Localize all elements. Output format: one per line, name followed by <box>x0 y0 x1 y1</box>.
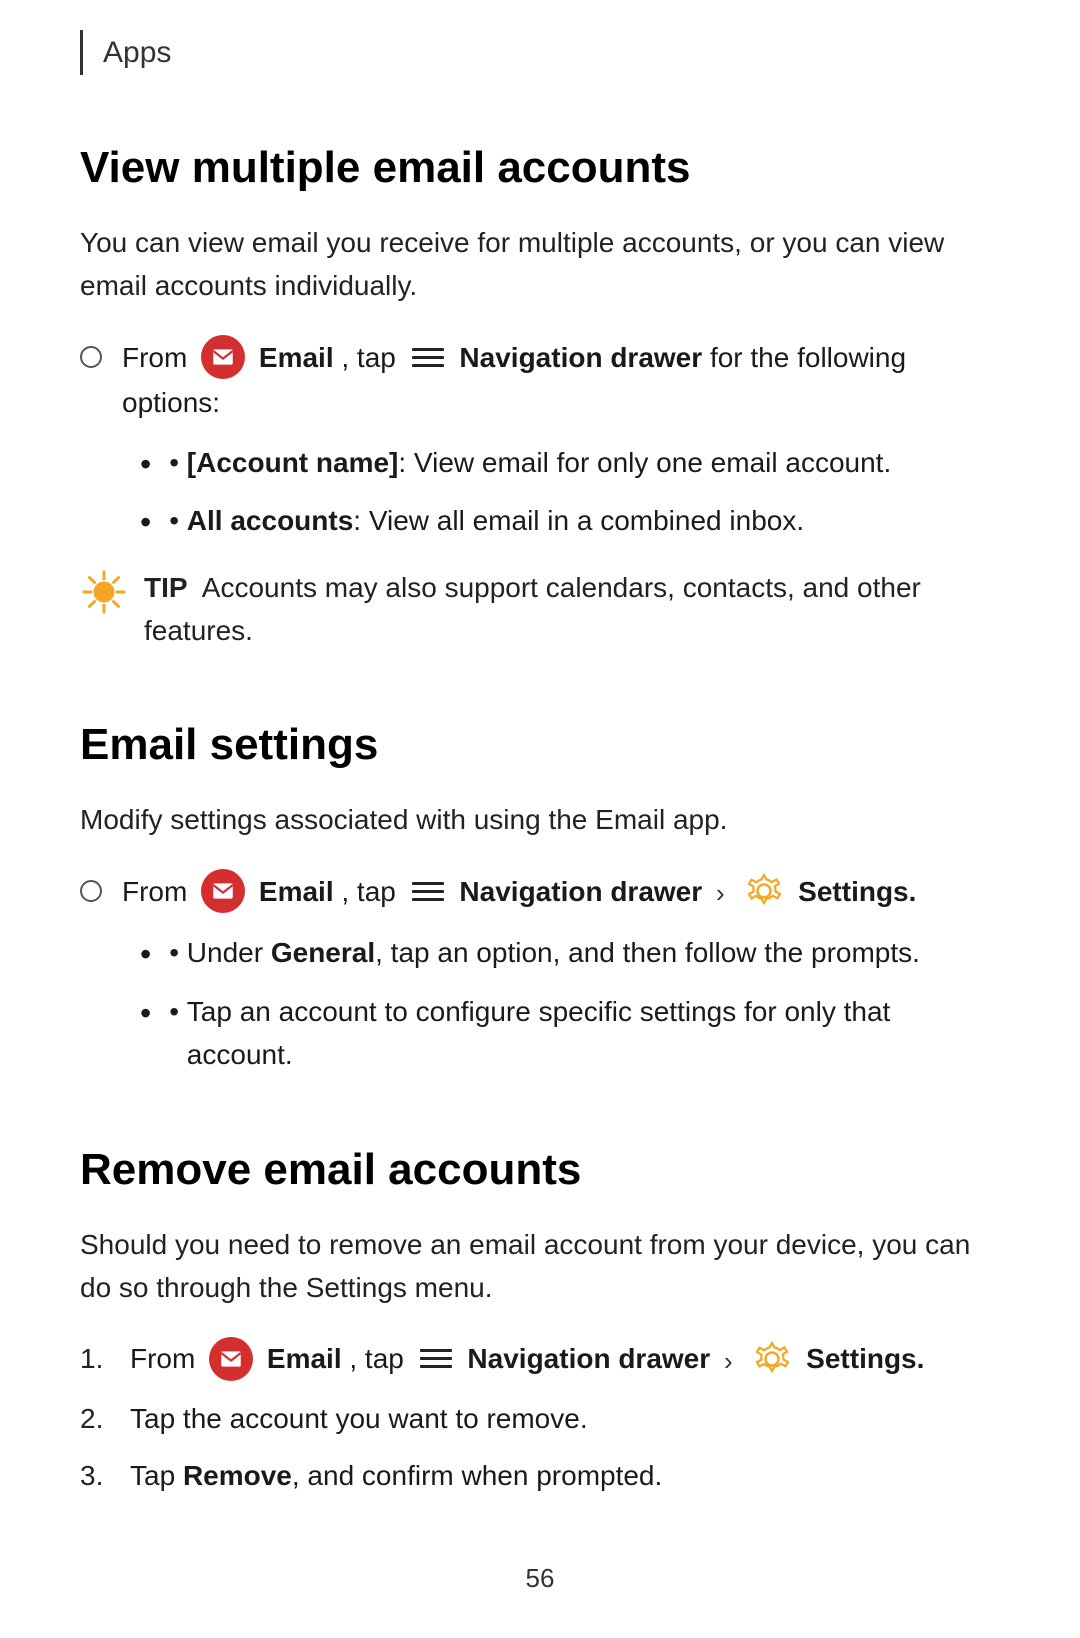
ordered-steps: 1. From Email , tap Navigation d <box>80 1337 1000 1497</box>
tip-content: Accounts may also support calendars, con… <box>144 572 921 646</box>
instruction-text-view-multiple: From Email , tap Navigation drawer <box>122 336 1000 425</box>
sub-bullet-list-2: • Under General, tap an option, and then… <box>80 931 1000 1076</box>
step-2-text: Tap the account you want to remove. <box>130 1397 588 1440</box>
nav-drawer-icon-3 <box>420 1349 452 1368</box>
settings-icon-3 <box>752 1339 792 1379</box>
settings-icon-2 <box>744 871 784 911</box>
comma-1: , tap <box>341 342 403 373</box>
ordered-step-2: 2. Tap the account you want to remove. <box>80 1397 1000 1440</box>
tip-text: TIP Accounts may also support calendars,… <box>144 566 1000 653</box>
section-email-settings: Email settings Modify settings associate… <box>80 712 1000 1076</box>
chevron-icon-2: › <box>716 878 725 908</box>
bullet-item-4: • Tap an account to configure specific s… <box>80 990 1000 1077</box>
bullet-marker-3: • <box>169 931 187 974</box>
email-icon <box>201 335 245 379</box>
from-label: From <box>122 342 195 373</box>
page-number: 56 <box>526 1559 555 1598</box>
body-text-email-settings: Modify settings associated with using th… <box>80 798 1000 841</box>
circle-bullet-icon-2 <box>80 880 102 902</box>
header-apps-label: Apps <box>103 30 171 75</box>
bullet-item-1: • [Account name]: View email for only on… <box>80 441 1000 487</box>
bullet-text-1: [Account name]: View email for only one … <box>187 441 891 484</box>
email-icon-2 <box>201 869 245 913</box>
section-remove-accounts: Remove email accounts Should you need to… <box>80 1137 1000 1498</box>
nav-drawer-label-1: Navigation drawer <box>459 342 702 373</box>
nav-drawer-label-3: Navigation drawer <box>467 1343 710 1374</box>
section-view-multiple: View multiple email accounts You can vie… <box>80 135 1000 652</box>
circle-bullet-icon <box>80 346 102 368</box>
comma-3: , tap <box>349 1343 411 1374</box>
bullet-marker-2: • <box>169 499 187 542</box>
settings-label-3: Settings. <box>806 1343 924 1374</box>
nav-drawer-label-2: Navigation drawer <box>459 876 702 907</box>
header-bar: Apps <box>80 30 1000 75</box>
sub-bullet-list-1: • [Account name]: View email for only on… <box>80 441 1000 546</box>
bullet-item-2: • All accounts: View all email in a comb… <box>80 499 1000 545</box>
ordered-step-3: 3. Tap Remove, and confirm when prompted… <box>80 1454 1000 1497</box>
nav-drawer-icon-2 <box>412 882 444 901</box>
app-label-email-1: Email <box>259 342 334 373</box>
nav-drawer-icon-1 <box>412 348 444 367</box>
instruction-row-view-multiple: From Email , tap Navigation drawer <box>80 336 1000 425</box>
chevron-icon-3: › <box>724 1346 733 1376</box>
step-num-1: 1. <box>80 1337 130 1380</box>
instruction-text-email-settings: From Email , tap Navigation drawer › <box>122 870 916 916</box>
step-1-content: From Email , tap Navigation drawer › <box>130 1337 924 1383</box>
from-label-2: From <box>122 876 195 907</box>
tip-row: TIP Accounts may also support calendars,… <box>80 566 1000 653</box>
step-num-2: 2. <box>80 1397 130 1440</box>
step-3-text: Tap Remove, and confirm when prompted. <box>130 1454 662 1497</box>
tip-icon <box>80 568 128 616</box>
ordered-step-1: 1. From Email , tap Navigation d <box>80 1337 1000 1383</box>
section-heading-remove-accounts: Remove email accounts <box>80 1137 1000 1203</box>
settings-label-2: Settings. <box>798 876 916 907</box>
tip-label: TIP <box>144 572 188 603</box>
bullet-marker-4: • <box>169 990 187 1033</box>
bullet-text-2: All accounts: View all email in a combin… <box>187 499 804 542</box>
app-label-email-2: Email <box>259 876 334 907</box>
bullet-text-3: Under General, tap an option, and then f… <box>187 931 920 974</box>
section-heading-view-multiple: View multiple email accounts <box>80 135 1000 201</box>
section-heading-email-settings: Email settings <box>80 712 1000 778</box>
bullet-text-4: Tap an account to configure specific set… <box>187 990 1000 1077</box>
bullet-item-3: • Under General, tap an option, and then… <box>80 931 1000 977</box>
app-label-email-3: Email <box>267 1343 342 1374</box>
instruction-row-email-settings: From Email , tap Navigation drawer › <box>80 870 1000 916</box>
body-text-view-multiple: You can view email you receive for multi… <box>80 221 1000 308</box>
bullet-marker-1: • <box>169 441 187 484</box>
body-text-remove-accounts: Should you need to remove an email accou… <box>80 1223 1000 1310</box>
step-num-3: 3. <box>80 1454 130 1497</box>
from-label-3: From <box>130 1343 203 1374</box>
email-icon-3 <box>209 1337 253 1381</box>
comma-2: , tap <box>341 876 403 907</box>
